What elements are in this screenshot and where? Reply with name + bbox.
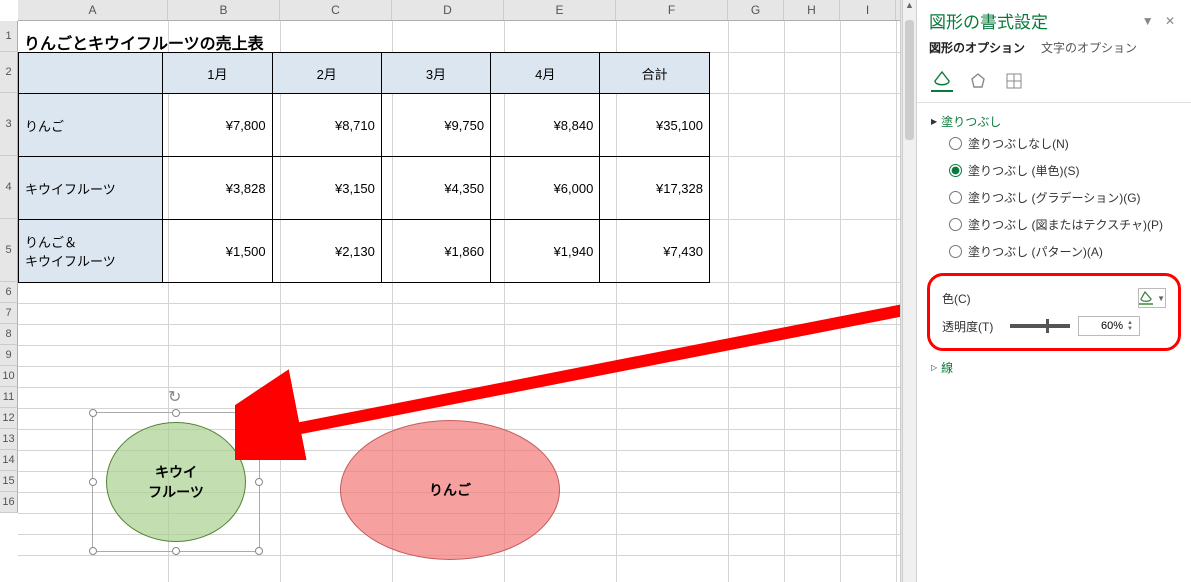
row-label: りんご＆ キウイフルーツ	[19, 220, 163, 283]
table-cell[interactable]: ¥4,350	[381, 157, 490, 220]
row-header-5[interactable]: 5	[0, 219, 18, 282]
fill-picture-option[interactable]: 塗りつぶし (図またはテクスチャ)(P)	[931, 211, 1177, 238]
col-header-c[interactable]: C	[280, 0, 392, 20]
line-section-header[interactable]: ▷ 線	[931, 359, 1177, 376]
panel-dropdown-icon[interactable]: ▼	[1138, 14, 1158, 28]
table-cell[interactable]: ¥1,500	[163, 220, 272, 283]
sales-table[interactable]: 1月 2月 3月 4月 合計 りんご ¥7,800 ¥8,710 ¥9,750 …	[18, 52, 710, 283]
shape-apple-ellipse[interactable]: りんご	[340, 420, 560, 560]
col-header-d[interactable]: D	[392, 0, 504, 20]
panel-title: 図形の書式設定	[929, 8, 1138, 33]
table-cell[interactable]: ¥8,840	[491, 94, 600, 157]
scroll-up-icon[interactable]: ▲	[903, 0, 916, 10]
row-header-11[interactable]: 11	[0, 387, 18, 408]
tab-text-options[interactable]: 文字のオプション	[1041, 37, 1137, 58]
table-cell[interactable]: ¥1,940	[491, 220, 600, 283]
transparency-spinner[interactable]: ▲▼	[1078, 316, 1140, 336]
scrollbar-thumb[interactable]	[905, 20, 914, 140]
panel-close-icon[interactable]: ✕	[1161, 14, 1179, 28]
row-label: キウイフルーツ	[19, 157, 163, 220]
table-header-month3: 3月	[381, 53, 490, 94]
row-header-4[interactable]: 4	[0, 156, 18, 219]
fill-section-label: 塗りつぶし	[941, 113, 1001, 130]
effects-tab-icon[interactable]	[967, 70, 989, 92]
table-cell[interactable]: ¥3,150	[272, 157, 381, 220]
transparency-label: 透明度(T)	[942, 318, 1010, 335]
col-header-i[interactable]: I	[840, 0, 896, 20]
row-headers[interactable]: 1 2 3 4 5 6 7 8 9 10 11 12 13 14 15 16	[0, 21, 18, 513]
table-title: りんごとキウイフルーツの売上表	[24, 30, 264, 54]
transparency-slider[interactable]	[1010, 324, 1070, 328]
spinner-down-icon[interactable]: ▼	[1127, 326, 1139, 332]
table-cell[interactable]: ¥3,828	[163, 157, 272, 220]
row-header-8[interactable]: 8	[0, 324, 18, 345]
table-cell[interactable]: ¥2,130	[272, 220, 381, 283]
vertical-scrollbar[interactable]: ▲	[903, 0, 916, 582]
row-header-13[interactable]: 13	[0, 429, 18, 450]
size-props-tab-icon[interactable]	[1003, 70, 1025, 92]
table-cell[interactable]: ¥17,328	[600, 157, 710, 220]
table-cell[interactable]: ¥6,000	[491, 157, 600, 220]
column-headers[interactable]: A B C D E F G H I	[18, 0, 916, 21]
color-label: 色(C)	[942, 290, 1010, 307]
row-header-1[interactable]: 1	[0, 21, 18, 52]
spreadsheet-area: A B C D E F G H I 1 2 3 4 5 6 7 8 9 10 1…	[0, 0, 916, 582]
row-header-14[interactable]: 14	[0, 450, 18, 471]
transparency-input[interactable]	[1079, 320, 1127, 332]
col-header-e[interactable]: E	[504, 0, 616, 20]
col-header-b[interactable]: B	[168, 0, 280, 20]
row-header-16[interactable]: 16	[0, 492, 18, 513]
col-header-a[interactable]: A	[18, 0, 168, 20]
color-transparency-callout: 色(C) ▼ 透明度(T) ▲▼	[927, 273, 1181, 351]
row-header-7[interactable]: 7	[0, 303, 18, 324]
table-header-total: 合計	[600, 53, 710, 94]
table-cell[interactable]: ¥9,750	[381, 94, 490, 157]
fill-gradient-option[interactable]: 塗りつぶし (グラデーション)(G)	[931, 184, 1177, 211]
row-header-12[interactable]: 12	[0, 408, 18, 429]
tab-shape-options[interactable]: 図形のオプション	[929, 37, 1025, 58]
table-header-month2: 2月	[272, 53, 381, 94]
row-header-3[interactable]: 3	[0, 93, 18, 156]
table-header-month1: 1月	[163, 53, 272, 94]
col-header-f[interactable]: F	[616, 0, 728, 20]
fill-section-header[interactable]: ▶ 塗りつぶし	[931, 113, 1177, 130]
table-header-month4: 4月	[491, 53, 600, 94]
row-header-6[interactable]: 6	[0, 282, 18, 303]
col-header-h[interactable]: H	[784, 0, 840, 20]
row-header-15[interactable]: 15	[0, 471, 18, 492]
row-header-10[interactable]: 10	[0, 366, 18, 387]
table-cell[interactable]: ¥1,860	[381, 220, 490, 283]
caret-right-icon: ▷	[931, 363, 937, 372]
caret-down-icon: ▶	[931, 117, 937, 126]
table-cell[interactable]: ¥35,100	[600, 94, 710, 157]
table-cell[interactable]: ¥7,800	[163, 94, 272, 157]
fill-color-button[interactable]: ▼	[1138, 288, 1166, 308]
row-header-9[interactable]: 9	[0, 345, 18, 366]
fill-pattern-option[interactable]: 塗りつぶし (パターン)(A)	[931, 238, 1177, 265]
col-header-g[interactable]: G	[728, 0, 784, 20]
row-header-2[interactable]: 2	[0, 52, 18, 93]
fill-solid-option[interactable]: 塗りつぶし (単色)(S)	[931, 157, 1177, 184]
fill-none-option[interactable]: 塗りつぶしなし(N)	[931, 130, 1177, 157]
fill-line-tab-icon[interactable]	[931, 70, 953, 92]
line-section-label: 線	[941, 359, 953, 376]
shape-kiwi-ellipse[interactable]: キウイ フルーツ	[106, 422, 246, 542]
format-shape-panel: 図形の書式設定 ▼ ✕ 図形のオプション 文字のオプション ▶ 塗りつぶし 塗り…	[916, 0, 1191, 582]
table-cell[interactable]: ¥7,430	[600, 220, 710, 283]
table-header-blank	[19, 53, 163, 94]
row-label: りんご	[19, 94, 163, 157]
table-cell[interactable]: ¥8,710	[272, 94, 381, 157]
